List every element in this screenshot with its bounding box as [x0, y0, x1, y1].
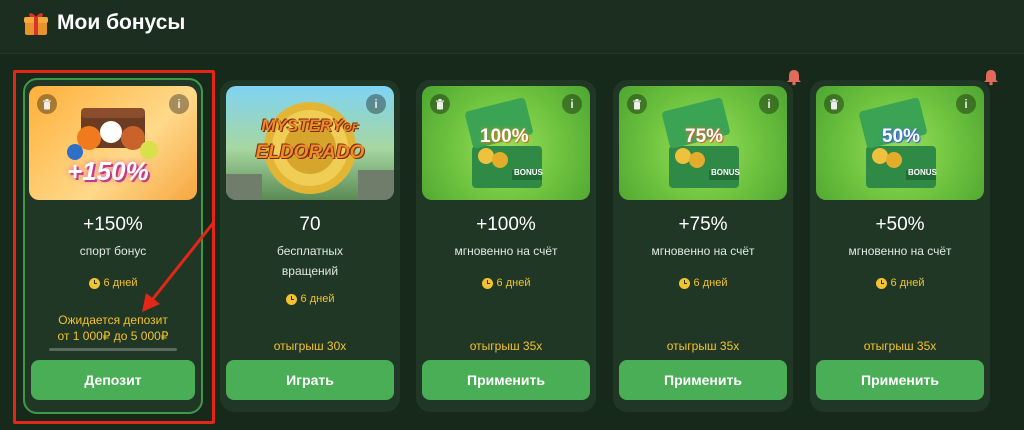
- wager-text: отыгрыш 30x: [273, 339, 347, 353]
- pending-line-1: Ожидается депозит: [58, 313, 168, 327]
- image-label: +150%: [67, 156, 149, 186]
- info-button[interactable]: i: [956, 94, 976, 114]
- bonus-chest-image: 75% BONUS i: [619, 86, 787, 200]
- pending-deposit-text: Ожидается депозит от 1 000₽ до 5 000₽: [31, 312, 195, 344]
- bonus-duration: 6 дней: [220, 293, 400, 305]
- info-button[interactable]: i: [169, 94, 189, 114]
- bonus-value: 70: [299, 214, 321, 235]
- info-button[interactable]: i: [759, 94, 779, 114]
- wager-text: отыгрыш 35x: [666, 339, 740, 353]
- apply-button[interactable]: Применить: [422, 360, 590, 400]
- apply-button[interactable]: Применить: [816, 360, 984, 400]
- bonus-subtitle: мгновенно на счёт: [651, 244, 755, 258]
- bonus-chest-image: 50% BONUS i: [816, 86, 984, 200]
- clock-icon: [678, 277, 690, 289]
- bonus-duration: 6 дней: [25, 277, 201, 289]
- bonus-duration: 6 дней: [416, 277, 596, 289]
- subtitle-line-2: вращений: [281, 264, 339, 278]
- bonus-value: +150%: [83, 214, 143, 235]
- bonus-value: +50%: [875, 214, 925, 235]
- trash-icon: [633, 98, 641, 109]
- play-button[interactable]: Играть: [226, 360, 394, 400]
- delete-button[interactable]: [37, 94, 57, 114]
- page-header: Мои бонусы: [0, 0, 1024, 54]
- bonus-card-50[interactable]: 50% BONUS i +50% мгновенно на счёт 6 дне…: [810, 80, 990, 412]
- duration-text: 6 дней: [890, 277, 925, 289]
- bonus-value: +75%: [678, 214, 728, 235]
- duration-text: 6 дней: [693, 277, 728, 289]
- bonus-subtitle: спорт бонус: [79, 244, 147, 258]
- image-badge: BONUS: [908, 168, 937, 177]
- deposit-progress-bar: [49, 348, 177, 351]
- duration-text: 6 дней: [496, 277, 531, 289]
- image-label: 50%: [882, 126, 921, 147]
- bonus-card-75[interactable]: 75% BONUS i +75% мгновенно на счёт 6 дне…: [613, 80, 793, 412]
- page-title: Мои бонусы: [57, 11, 186, 34]
- image-label-line-1: MYSTERYOF: [261, 116, 359, 135]
- apply-button[interactable]: Применить: [619, 360, 787, 400]
- bonus-subtitle: мгновенно на счёт: [454, 244, 558, 258]
- bonus-card-100[interactable]: 100% BONUS i +100% мгновенно на счёт 6 д…: [416, 80, 596, 412]
- trash-icon: [436, 98, 444, 109]
- deposit-button[interactable]: Депозит: [31, 360, 195, 400]
- image-badge: BONUS: [514, 168, 543, 177]
- clock-icon: [285, 293, 297, 305]
- info-button[interactable]: i: [562, 94, 582, 114]
- wager-text: отыгрыш 35x: [469, 339, 543, 353]
- gift-icon: [24, 13, 48, 35]
- image-label: 75%: [685, 126, 724, 147]
- clock-icon: [88, 277, 100, 289]
- pending-line-2: от 1 000₽ до 5 000₽: [57, 329, 169, 343]
- bonus-subtitle: мгновенно на счёт: [848, 244, 952, 258]
- bonus-duration: 6 дней: [613, 277, 793, 289]
- info-button[interactable]: i: [366, 94, 386, 114]
- delete-button[interactable]: [824, 94, 844, 114]
- image-label-line-2: ELDORADO: [255, 142, 365, 163]
- bonus-subtitle: бесплатных вращений: [230, 241, 390, 281]
- bonus-duration: 6 дней: [810, 277, 990, 289]
- duration-text: 6 дней: [300, 293, 335, 305]
- bonus-card-free-spins[interactable]: MYSTERYOF ELDORADO i 70 бесплатных враще…: [220, 80, 400, 412]
- wager-text: отыгрыш 35x: [863, 339, 937, 353]
- duration-text: 6 дней: [103, 277, 138, 289]
- sport-bonus-image: +150% i: [29, 86, 197, 200]
- trash-icon: [43, 98, 51, 109]
- clock-icon: [481, 277, 493, 289]
- bonus-card-sport[interactable]: +150% i +150% спорт бонус 6 дней Ожидает…: [23, 78, 203, 414]
- image-label: 100%: [480, 126, 529, 147]
- bonus-chest-image: 100% BONUS i: [422, 86, 590, 200]
- image-badge: BONUS: [711, 168, 740, 177]
- slot-game-image: MYSTERYOF ELDORADO i: [226, 86, 394, 200]
- bonus-value: +100%: [476, 214, 536, 235]
- delete-button[interactable]: [430, 94, 450, 114]
- clock-icon: [875, 277, 887, 289]
- delete-button[interactable]: [627, 94, 647, 114]
- subtitle-line-1: бесплатных: [276, 244, 344, 258]
- trash-icon: [830, 98, 838, 109]
